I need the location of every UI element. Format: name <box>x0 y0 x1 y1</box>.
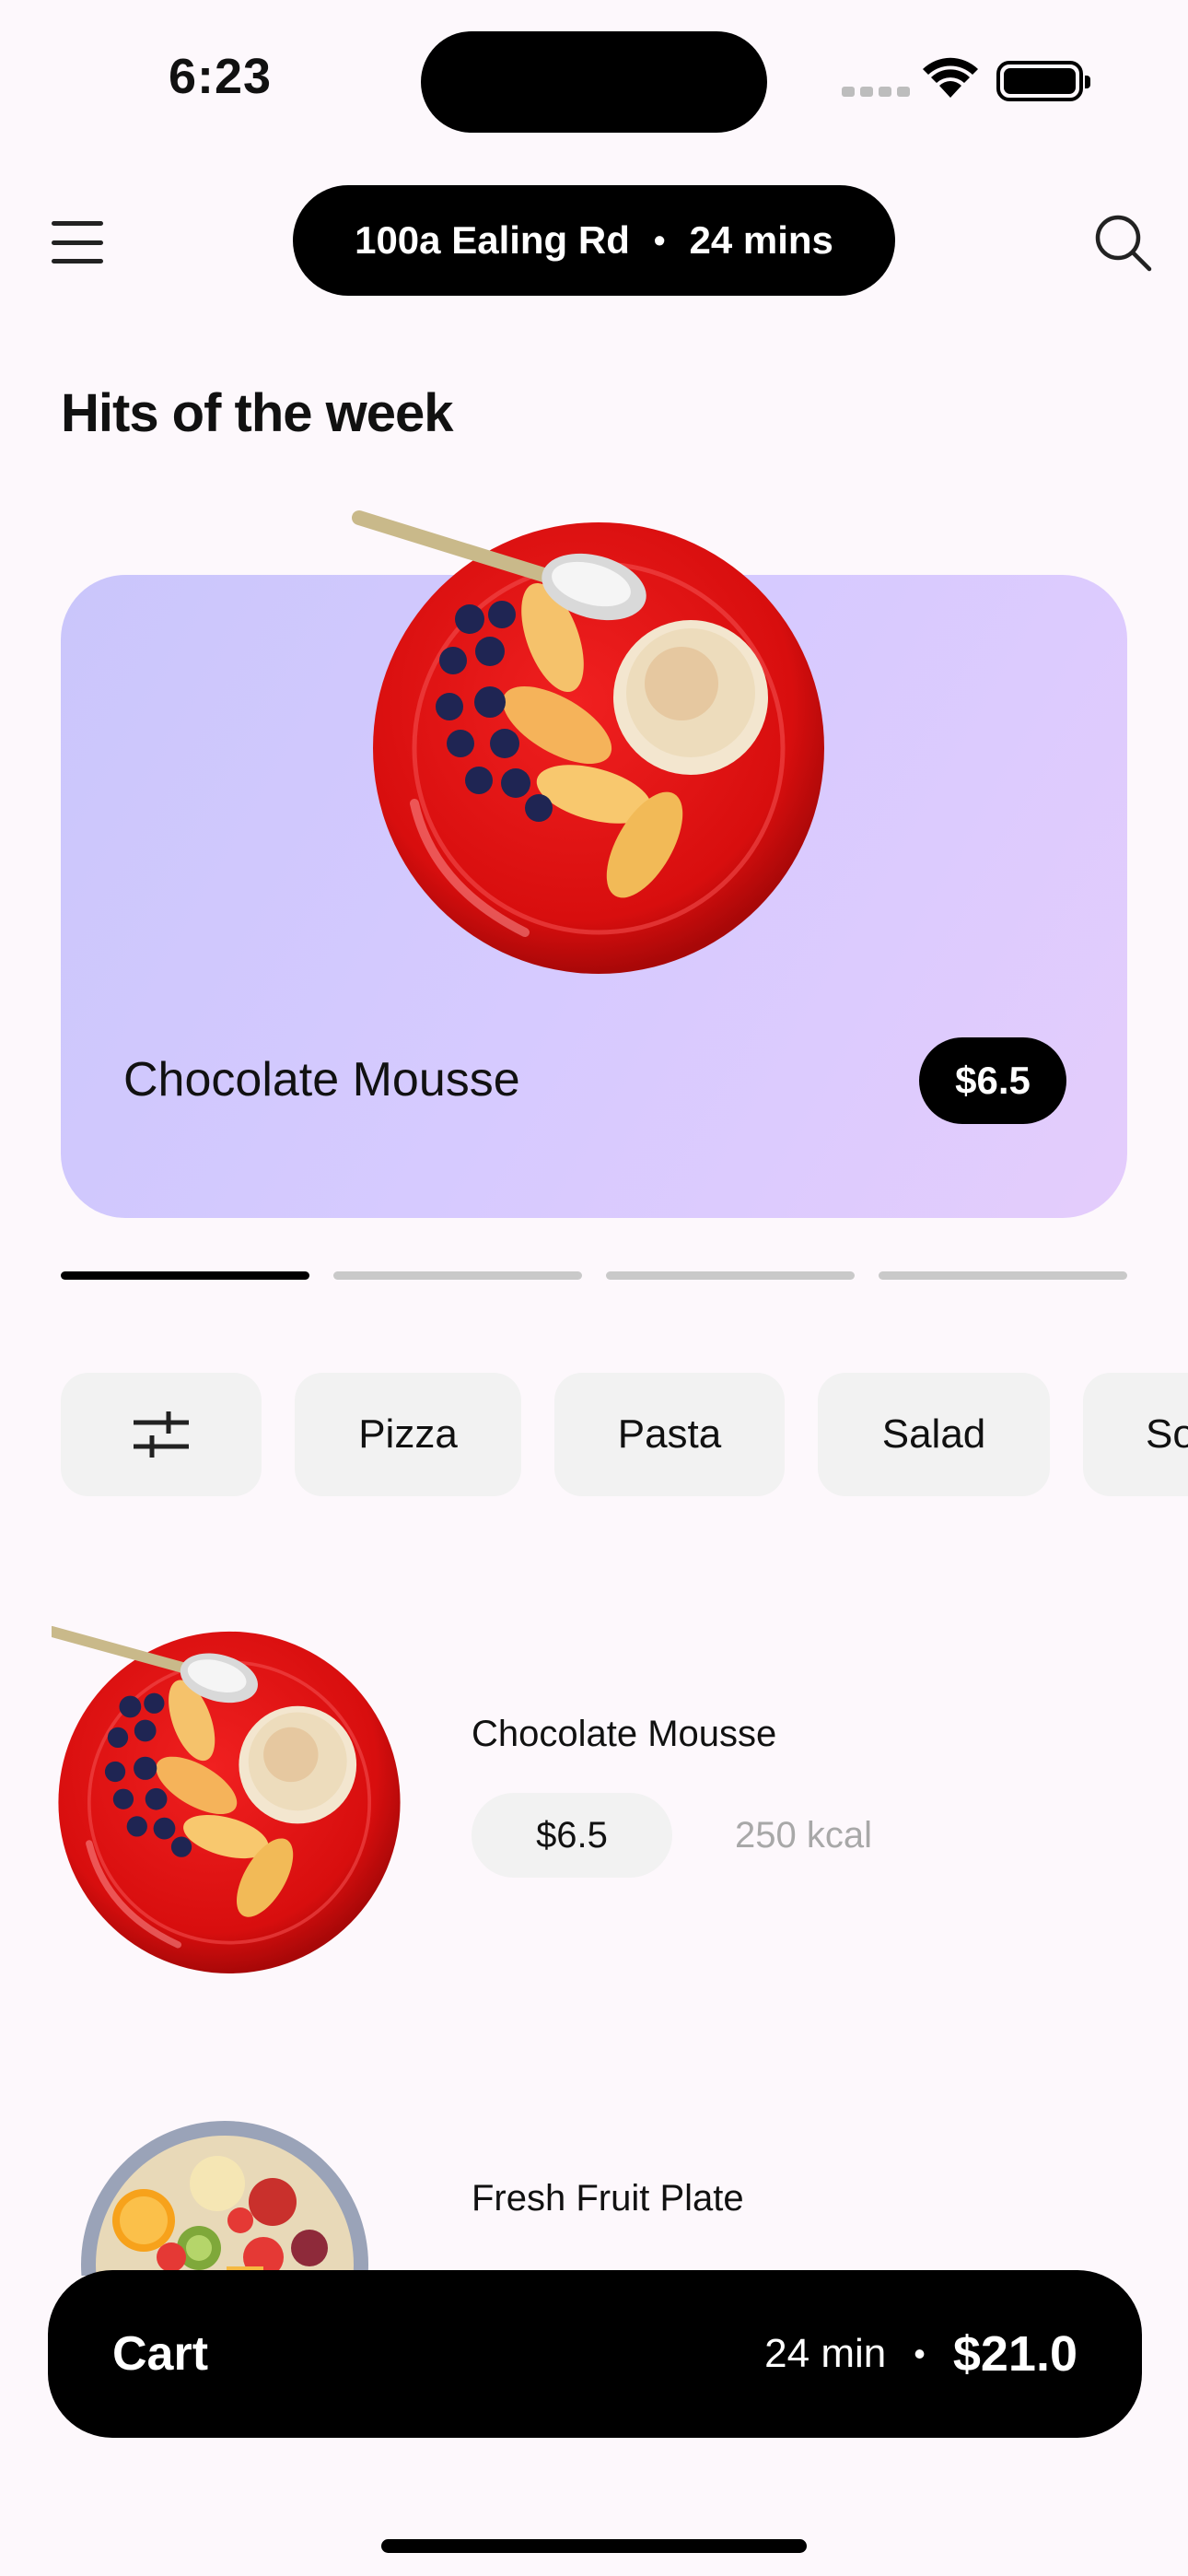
separator-dot: • <box>653 221 666 259</box>
category-chips: Pizza Pasta Salad So <box>61 1373 1188 1496</box>
product-name: Chocolate Mousse <box>472 1714 777 1754</box>
wifi-icon <box>923 57 978 98</box>
featured-item-name: Chocolate Mousse <box>123 1053 520 1107</box>
menu-button[interactable] <box>52 221 103 263</box>
cart-delivery-time: 24 min <box>764 2331 887 2376</box>
category-chip-pasta[interactable]: Pasta <box>554 1373 785 1496</box>
cart-total: $21.0 <box>952 2326 1077 2382</box>
pager-indicator[interactable] <box>333 1271 582 1280</box>
carousel-pager <box>61 1271 1127 1280</box>
product-name: Fresh Fruit Plate <box>472 2178 744 2219</box>
dessert-plate-image <box>52 1625 401 1973</box>
delivery-location-pill[interactable]: 100a Ealing Rd • 24 mins <box>293 185 895 296</box>
app-screen: 6:23 100a Ealing Rd • 24 mins Hits of th… <box>0 0 1188 2576</box>
cart-bar[interactable]: Cart 24 min • $21.0 <box>48 2270 1142 2438</box>
status-time: 6:23 <box>169 49 273 104</box>
dessert-plate-image <box>352 510 824 974</box>
home-indicator[interactable] <box>381 2539 807 2553</box>
separator-dot: • <box>914 2335 926 2372</box>
delivery-eta: 24 mins <box>689 218 833 262</box>
section-title: Hits of the week <box>61 383 454 443</box>
cellular-signal-icon <box>842 87 910 97</box>
pager-indicator-active[interactable] <box>61 1271 309 1280</box>
battery-icon <box>996 61 1090 101</box>
product-calories: 250 kcal <box>735 1815 872 1856</box>
product-list-item[interactable]: Chocolate Mousse $6.5 250 kcal <box>0 1618 1188 1986</box>
featured-price-badge[interactable]: $6.5 <box>919 1037 1066 1124</box>
category-chip-pizza[interactable]: Pizza <box>295 1373 521 1496</box>
delivery-address: 100a Ealing Rd <box>355 218 630 262</box>
sliders-icon <box>134 1411 189 1458</box>
hamburger-menu-icon <box>52 221 103 226</box>
cart-label: Cart <box>112 2327 209 2381</box>
filter-button[interactable] <box>61 1373 262 1496</box>
category-chip-salad[interactable]: Salad <box>818 1373 1050 1496</box>
category-chip-soup[interactable]: So <box>1083 1373 1188 1496</box>
dynamic-island <box>421 31 767 133</box>
product-list-item[interactable]: Fresh Fruit Plate <box>0 2119 1188 2276</box>
product-price[interactable]: $6.5 <box>472 1793 672 1878</box>
pager-indicator[interactable] <box>606 1271 855 1280</box>
fruit-plate-image <box>81 2121 368 2276</box>
cart-summary: 24 min • $21.0 <box>764 2270 1077 2438</box>
search-icon[interactable] <box>1092 212 1153 273</box>
pager-indicator[interactable] <box>879 1271 1127 1280</box>
